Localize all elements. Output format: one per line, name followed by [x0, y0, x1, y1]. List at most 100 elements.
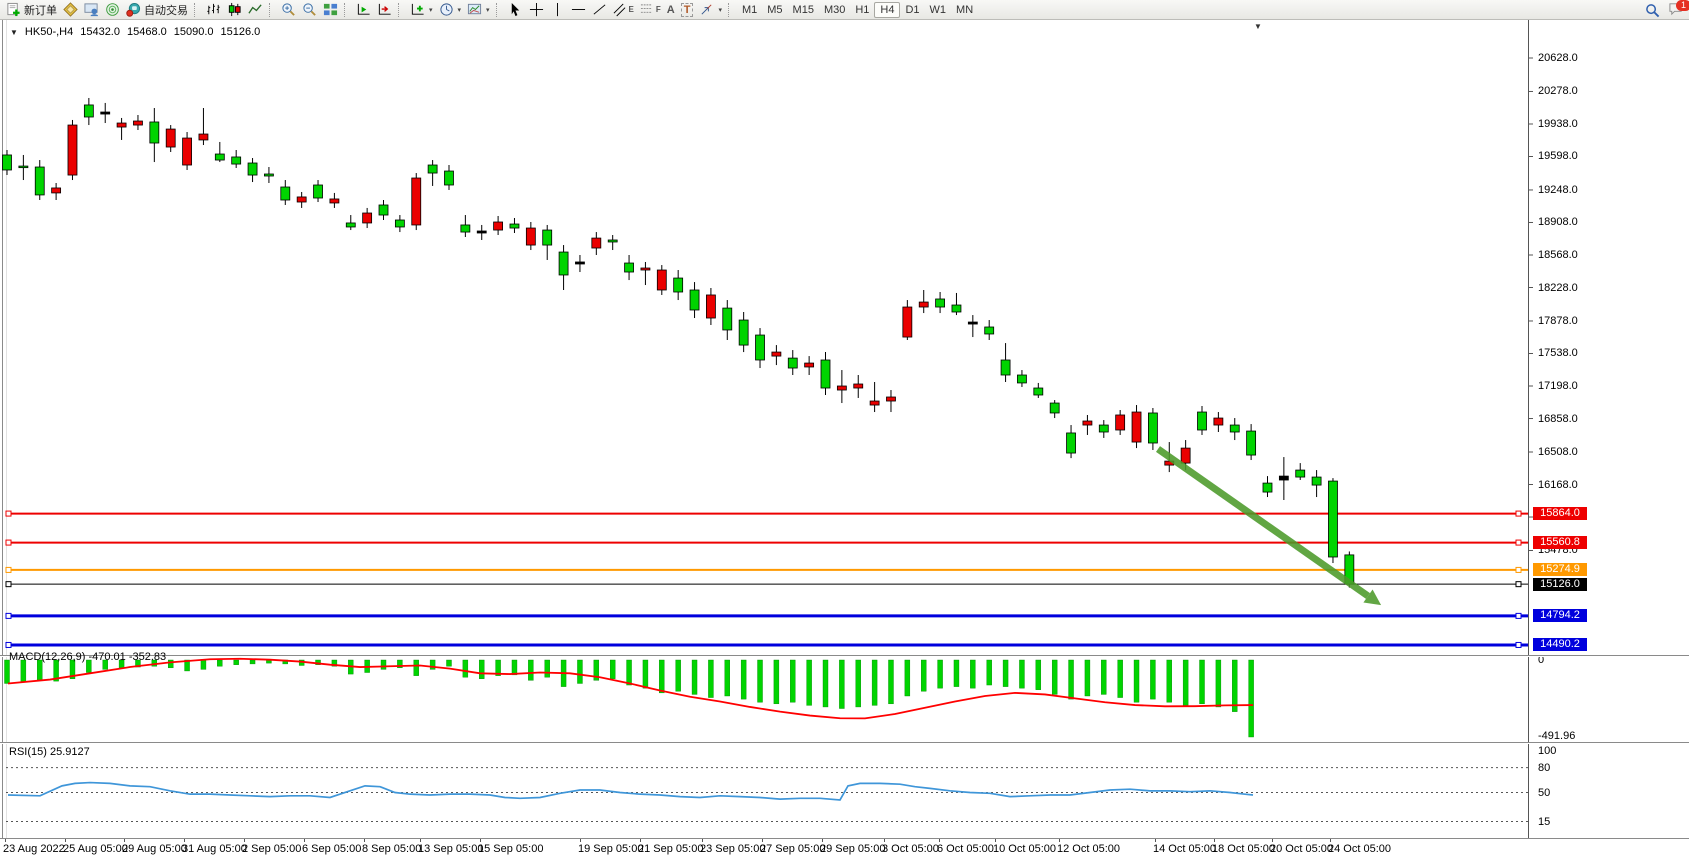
- macd-histogram-bar: [643, 660, 648, 688]
- autoscroll-button[interactable]: [353, 1, 374, 19]
- candle-body: [1034, 388, 1043, 395]
- price-axis-tick-label: 17538.0: [1538, 347, 1578, 359]
- chart-dropdown-icon[interactable]: ▼: [10, 28, 18, 37]
- chart-open: 15432.0: [80, 26, 120, 38]
- templates-button[interactable]: ▾: [464, 1, 493, 19]
- tab-timeframe-d1[interactable]: D1: [900, 2, 924, 18]
- tab-timeframe-m15[interactable]: M15: [788, 2, 819, 18]
- rsi-label: RSI(15) 25.9127: [9, 746, 90, 758]
- tab-timeframe-m30[interactable]: M30: [819, 2, 850, 18]
- candle-body: [968, 322, 977, 324]
- cursor-button[interactable]: [505, 1, 526, 19]
- text-icon: A: [667, 4, 675, 16]
- macd-histogram-bar: [774, 660, 779, 704]
- chat-button[interactable]: 1: [1668, 1, 1684, 19]
- indicators-button[interactable]: ▾: [407, 1, 436, 19]
- rsi-panel-divider[interactable]: [0, 742, 1689, 743]
- candle-body: [592, 238, 601, 248]
- candlestick-chart-button[interactable]: [224, 1, 245, 19]
- chart-shift-marker[interactable]: ▼: [1254, 22, 1262, 31]
- quotes-button[interactable]: [60, 1, 81, 19]
- price-axis-tick-label: 19248.0: [1538, 184, 1578, 196]
- chart-canvas[interactable]: [0, 20, 1689, 859]
- line-anchor-marker[interactable]: [6, 511, 11, 516]
- chart-shift-button[interactable]: [374, 1, 395, 19]
- macd-panel-divider[interactable]: [0, 655, 1689, 656]
- candle-body: [281, 187, 290, 200]
- tab-timeframe-m1[interactable]: M1: [737, 2, 762, 18]
- line-anchor-marker[interactable]: [1516, 582, 1521, 587]
- line-anchor-marker[interactable]: [1516, 642, 1521, 647]
- macd-histogram-bar: [905, 660, 910, 696]
- equidistant-channel-button[interactable]: E: [610, 1, 637, 19]
- line-anchor-marker[interactable]: [1516, 613, 1521, 618]
- zoom-out-button[interactable]: [299, 1, 320, 19]
- line-anchor-marker[interactable]: [6, 613, 11, 618]
- zoom-in-button[interactable]: [278, 1, 299, 19]
- bars-chart-button[interactable]: [203, 1, 224, 19]
- line-anchor-marker[interactable]: [6, 540, 11, 545]
- zoom-in-icon: [281, 2, 296, 17]
- candle-body: [35, 167, 44, 195]
- fibonacci-button[interactable]: F: [637, 1, 664, 19]
- vertical-line-button[interactable]: [547, 1, 568, 19]
- tab-timeframe-m5[interactable]: M5: [762, 2, 787, 18]
- candle-body: [510, 224, 519, 228]
- arrows-button[interactable]: ▾: [696, 1, 725, 19]
- text-label-button[interactable]: T: [678, 1, 697, 19]
- line-anchor-marker[interactable]: [1516, 540, 1521, 545]
- rsi-scale-label: 15: [1538, 816, 1550, 828]
- toolbar-separator: [344, 3, 350, 17]
- macd-histogram-bar: [1003, 660, 1008, 687]
- macd-histogram-bar: [708, 660, 713, 698]
- candle-body: [444, 171, 453, 185]
- price-line-badge: 14490.2: [1533, 638, 1587, 651]
- price-axis-tick-label: 19598.0: [1538, 150, 1578, 162]
- new-order-button[interactable]: 新订单: [3, 1, 60, 19]
- tile-windows-icon: [323, 2, 338, 17]
- time-axis-label: 21 Sep 05:00: [638, 843, 703, 855]
- chart-low: 15090.0: [174, 26, 214, 38]
- line-anchor-marker[interactable]: [6, 567, 11, 572]
- crosshair-button[interactable]: [526, 1, 547, 19]
- tab-timeframe-w1[interactable]: W1: [925, 2, 952, 18]
- search-icon[interactable]: [1645, 3, 1660, 18]
- macd-label: MACD(12,26,9) -470.01 -352.83: [9, 651, 166, 663]
- tab-timeframe-h1[interactable]: H1: [850, 2, 874, 18]
- line-anchor-marker[interactable]: [6, 582, 11, 587]
- periods-button[interactable]: ▾: [436, 1, 465, 19]
- time-axis-label: 13 Sep 05:00: [418, 843, 483, 855]
- market-watch-button[interactable]: [81, 1, 102, 19]
- macd-histogram-bar: [250, 660, 255, 664]
- cursor-icon: [508, 2, 523, 17]
- line-anchor-marker[interactable]: [6, 642, 11, 647]
- macd-histogram-bar: [921, 660, 926, 691]
- navigator-icon: [105, 2, 120, 17]
- tab-timeframe-mn[interactable]: MN: [951, 2, 978, 18]
- candle-body: [1181, 448, 1190, 463]
- navigator-button[interactable]: [102, 1, 123, 19]
- trendline-button[interactable]: [589, 1, 610, 19]
- horizontal-line-icon: [571, 2, 586, 17]
- autotrading-button[interactable]: 自动交易: [123, 1, 191, 19]
- macd-histogram-bar: [758, 660, 763, 702]
- quotes-icon: [63, 2, 78, 17]
- arrows-icon: [699, 2, 714, 17]
- line-anchor-marker[interactable]: [1516, 511, 1521, 516]
- candle-body: [1099, 425, 1108, 432]
- tile-windows-button[interactable]: [320, 1, 341, 19]
- macd-histogram-bar: [676, 660, 681, 691]
- price-axis-tick-label: 18908.0: [1538, 216, 1578, 228]
- macd-histogram-bar: [1183, 660, 1188, 705]
- macd-scale-bottom: -491.96: [1538, 730, 1575, 742]
- tab-timeframe-h4[interactable]: H4: [874, 2, 900, 18]
- text-button[interactable]: A: [664, 1, 678, 19]
- horizontal-line-button[interactable]: [568, 1, 589, 19]
- price-axis-tick-label: 20628.0: [1538, 52, 1578, 64]
- candle-body: [84, 105, 93, 117]
- candle-body: [1279, 476, 1288, 480]
- macd-histogram-bar: [610, 660, 615, 679]
- line-anchor-marker[interactable]: [1516, 567, 1521, 572]
- line-chart-button[interactable]: [245, 1, 266, 19]
- macd-histogram-bar: [987, 660, 992, 685]
